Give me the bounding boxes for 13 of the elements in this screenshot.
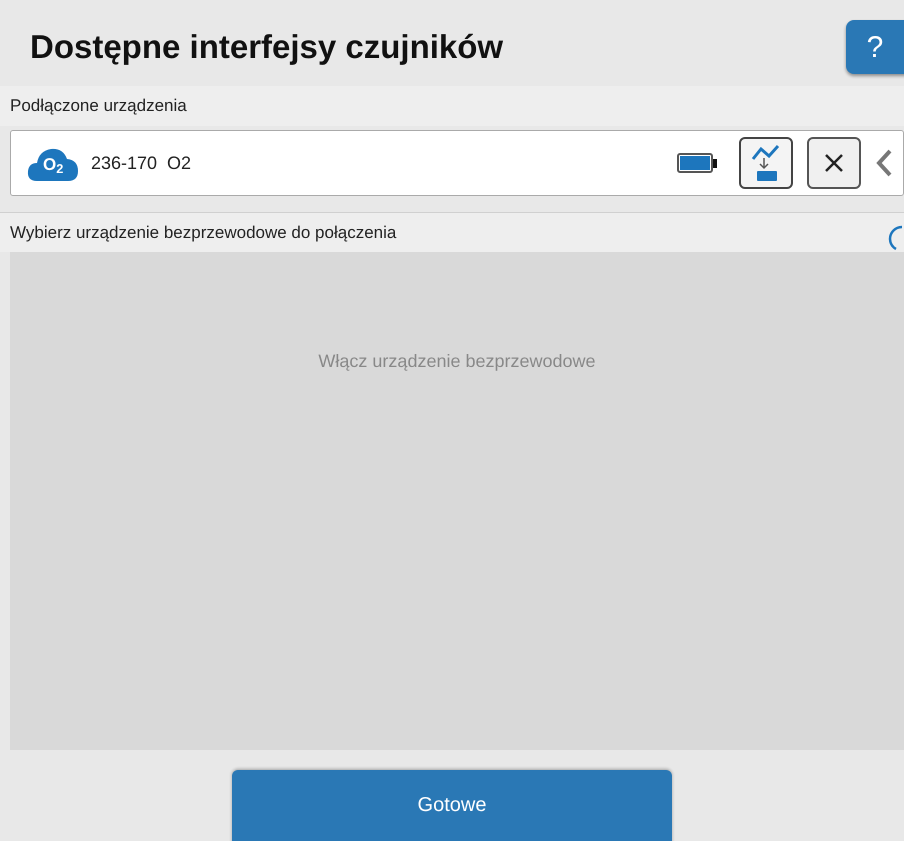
- empty-message: Włącz urządzenie bezprzewodowe: [318, 350, 596, 373]
- disconnect-button[interactable]: [807, 137, 861, 189]
- page-title: Dostępne interfejsy czujników: [30, 27, 504, 67]
- device-name: 236-170 O2: [91, 152, 192, 174]
- close-icon: [823, 152, 845, 174]
- graph-transfer-button[interactable]: [739, 137, 793, 189]
- chevron-left-icon[interactable]: [875, 148, 893, 178]
- oxygen-label: O$_{2}$: [43, 156, 64, 173]
- done-button[interactable]: Gotowe: [232, 770, 672, 841]
- section-heading: Podłączone urządzenia: [10, 95, 187, 118]
- section-heading: Wybierz urządzenie bezprzewodowe do połączenia: [10, 222, 396, 244]
- help-button[interactable]: ?: [846, 20, 904, 74]
- battery-icon: [677, 153, 717, 173]
